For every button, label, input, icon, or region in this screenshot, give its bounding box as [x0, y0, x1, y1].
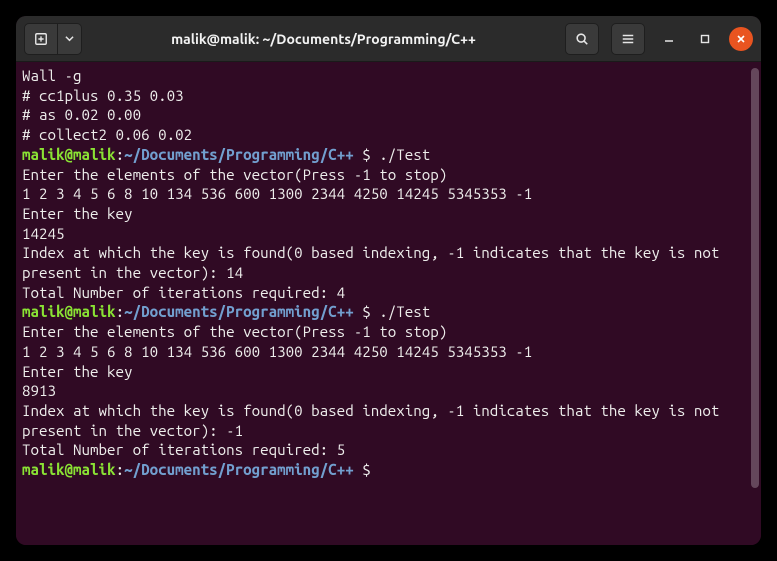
terminal-window: malik@malik: ~/Documents/Programming/C++: [16, 16, 761, 545]
terminal-viewport[interactable]: Wall -g# cc1plus 0.35 0.03# as 0.02 0.00…: [16, 62, 761, 545]
new-tab-icon: [34, 32, 48, 46]
terminal-content: Wall -g# cc1plus 0.35 0.03# as 0.02 0.00…: [22, 66, 755, 480]
scrollbar[interactable]: [751, 68, 759, 488]
minimize-icon: [664, 34, 674, 44]
titlebar-left: [24, 23, 82, 55]
hamburger-icon: [621, 32, 635, 46]
chevron-down-icon: [65, 34, 74, 43]
search-icon: [575, 32, 589, 46]
maximize-icon: [700, 34, 710, 44]
close-button[interactable]: [729, 27, 753, 51]
search-button[interactable]: [565, 23, 599, 55]
titlebar-right: [565, 23, 753, 55]
close-icon: [736, 34, 746, 44]
new-tab-split: [24, 23, 82, 55]
new-tab-menu-button[interactable]: [58, 23, 82, 55]
new-tab-button[interactable]: [24, 23, 58, 55]
minimize-button[interactable]: [657, 27, 681, 51]
maximize-button[interactable]: [693, 27, 717, 51]
menu-button[interactable]: [611, 23, 645, 55]
window-title: malik@malik: ~/Documents/Programming/C++: [90, 31, 557, 47]
titlebar: malik@malik: ~/Documents/Programming/C++: [16, 16, 761, 62]
